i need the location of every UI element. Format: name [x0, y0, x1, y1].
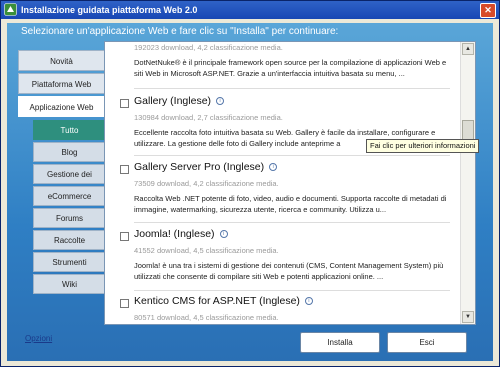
item-description: DotNetNuke® è il principale framework op…: [134, 58, 447, 78]
item-separator: [134, 155, 450, 156]
install-button[interactable]: Installa: [300, 332, 380, 353]
item-title-row[interactable]: Kentico CMS for ASP.NET (Inglese) i: [134, 295, 313, 307]
item-separator: [134, 222, 450, 223]
item-description: Joomla! è una tra i sistemi di gestione …: [134, 261, 444, 281]
item-title: Joomla! (Inglese): [134, 228, 215, 240]
category-gestione-contenuti[interactable]: Gestione dei contenuti: [33, 164, 105, 198]
item-meta: 192023 download, 4,2 classificazione med…: [134, 43, 283, 52]
scroll-down-button[interactable]: ▼: [462, 311, 474, 323]
item-checkbox[interactable]: [120, 165, 129, 174]
page-heading: Selezionare un'applicazione Web e fare c…: [21, 26, 339, 37]
installer-window: Installazione guidata piattaforma Web 2.…: [0, 0, 500, 367]
info-icon[interactable]: i: [219, 230, 228, 239]
tab-piattaforma-web[interactable]: Piattaforma Web: [18, 73, 104, 94]
item-title-row[interactable]: Joomla! (Inglese) i: [134, 228, 228, 240]
item-title: Gallery Server Pro (Inglese): [134, 161, 265, 173]
item-title: Kentico CMS for ASP.NET (Inglese): [134, 295, 300, 307]
vertical-scrollbar[interactable]: ▲ ▼: [460, 42, 475, 324]
tab-applicazione-web[interactable]: Applicazione Web: [18, 96, 104, 117]
category-raccolte[interactable]: Raccolte: [33, 230, 105, 250]
item-checkbox[interactable]: [120, 99, 129, 108]
application-list-panel: 192023 download, 4,2 classificazione med…: [104, 41, 476, 325]
item-title-row[interactable]: Gallery Server Pro (Inglese) i: [134, 161, 278, 173]
info-icon[interactable]: i: [269, 163, 278, 172]
item-description: Raccolta Web .NET potente di foto, video…: [134, 194, 447, 214]
title-bar[interactable]: Installazione guidata piattaforma Web 2.…: [1, 1, 499, 19]
info-icon[interactable]: i: [216, 97, 225, 106]
item-title: Gallery (Inglese): [134, 95, 212, 107]
application-list[interactable]: 192023 download, 4,2 classificazione med…: [105, 42, 460, 324]
category-wiki[interactable]: Wiki: [33, 274, 105, 294]
category-strumenti[interactable]: Strumenti: [33, 252, 105, 272]
category-ecommerce[interactable]: eCommerce: [33, 186, 105, 206]
item-checkbox[interactable]: [120, 232, 129, 241]
window-title: Installazione guidata piattaforma Web 2.…: [21, 5, 198, 15]
tab-novita[interactable]: Novità: [18, 50, 104, 71]
info-tooltip: Fai clic per ulteriori informazioni: [366, 139, 480, 153]
options-link[interactable]: Opzioni: [25, 334, 52, 343]
web-platform-icon: [4, 3, 17, 16]
category-blog[interactable]: Blog: [33, 142, 105, 162]
item-meta: 130984 download, 2,7 classificazione med…: [134, 113, 283, 122]
category-tutto[interactable]: Tutto: [33, 120, 105, 140]
exit-button[interactable]: Esci: [387, 332, 467, 353]
item-separator: [134, 290, 450, 291]
item-meta: 41552 download, 4,5 classificazione medi…: [134, 246, 279, 255]
info-icon[interactable]: i: [304, 297, 313, 306]
item-title-row[interactable]: Gallery (Inglese) i: [134, 95, 225, 107]
item-meta: 80571 download, 4,5 classificazione medi…: [134, 313, 279, 322]
close-button[interactable]: ✕: [480, 3, 496, 18]
item-meta: 73509 download, 4,2 classificazione medi…: [134, 179, 279, 188]
item-separator: [134, 88, 450, 89]
item-checkbox[interactable]: [120, 299, 129, 308]
category-forums[interactable]: Forums: [33, 208, 105, 228]
scroll-up-button[interactable]: ▲: [462, 43, 474, 55]
